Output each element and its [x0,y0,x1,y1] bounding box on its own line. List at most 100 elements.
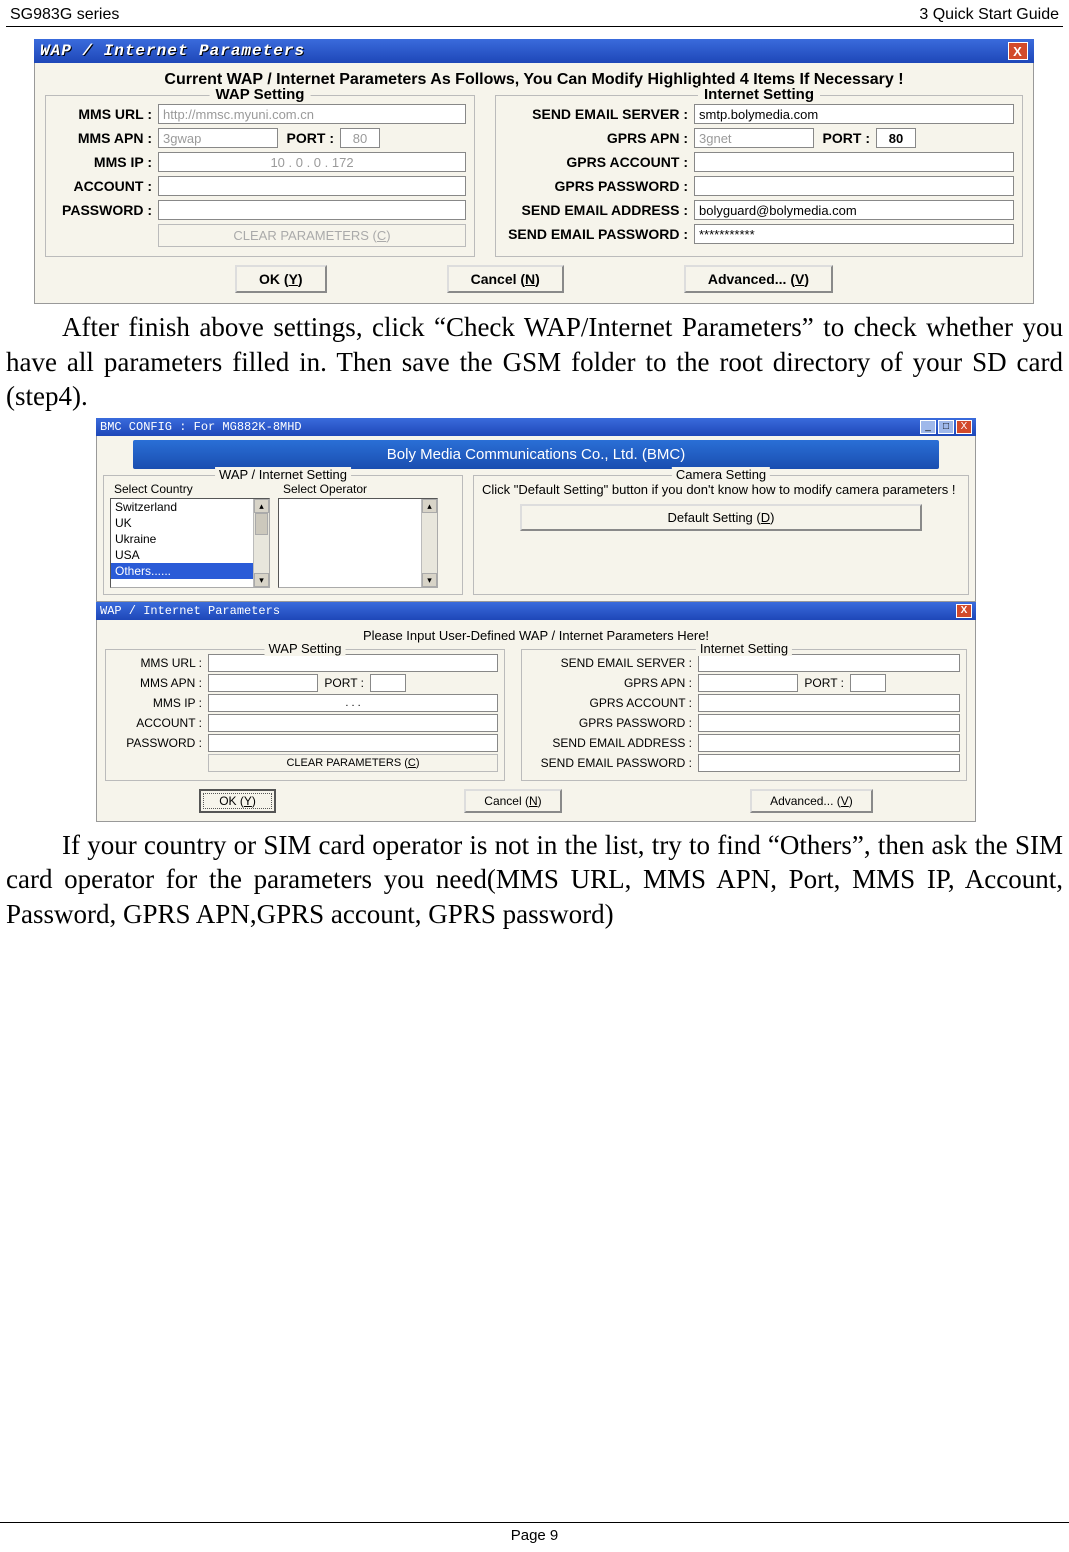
send-addr-input[interactable]: bolyguard@bolymedia.com [694,200,1014,220]
wap-account-input[interactable] [158,176,466,196]
close-icon[interactable]: X [956,604,972,618]
wap-setting-group: WAP Setting MMS URL :http://mmsc.myuni.c… [45,95,475,257]
gprs-password-label: GPRS PASSWORD : [504,178,694,194]
maximize-icon[interactable]: □ [938,420,954,434]
gprs-account-input[interactable] [698,694,960,712]
page-footer: Page 9 [0,1522,1069,1544]
bmc-banner: Boly Media Communications Co., Ltd. (BMC… [133,440,939,469]
inet-port-input[interactable]: 80 [876,128,916,148]
send-pwd-label: SEND EMAIL PASSWORD : [528,756,698,770]
scroll-thumb[interactable] [255,513,268,535]
send-addr-label: SEND EMAIL ADDRESS : [528,736,698,750]
list-item[interactable]: Ukraine [111,531,269,547]
chevron-up-icon[interactable]: ▴ [254,499,269,513]
internet-setting-group: Internet Setting SEND EMAIL SERVER :smtp… [495,95,1023,257]
list-item[interactable]: Switzerland [111,499,269,515]
wap-password-label: PASSWORD : [112,736,208,750]
ok-button[interactable]: OK (Y) [235,265,327,293]
gprs-password-input[interactable] [694,176,1014,196]
mms-apn-input[interactable]: 3gwap [158,128,278,148]
country-listbox[interactable]: Switzerland UK Ukraine USA Others...... … [110,498,270,588]
mms-ip-input[interactable]: 10 . 0 . 0 . 172 [158,152,466,172]
advanced-button[interactable]: Advanced... (V) [684,265,833,293]
wap-port-label: PORT : [318,676,370,690]
wap-password-input[interactable] [158,200,466,220]
gprs-account-input[interactable] [694,152,1014,172]
dialog1-heading: Current WAP / Internet Parameters As Fol… [45,67,1023,95]
dialog2b-titlebar: WAP / Internet Parameters X [96,602,976,620]
gprs-apn-label: GPRS APN : [504,130,694,146]
minimize-icon[interactable]: _ [920,420,936,434]
camera-setting-group: Camera Setting Click "Default Setting" b… [473,475,969,595]
scrollbar[interactable]: ▴▾ [253,499,269,587]
wap-internet-params-dialog-2: WAP / Internet Parameters X Please Input… [96,602,976,822]
send-server-input[interactable] [698,654,960,672]
chevron-down-icon[interactable]: ▾ [254,573,269,587]
paragraph-1: After finish above settings, click “Chec… [0,310,1069,414]
scrollbar[interactable]: ▴▾ [421,499,437,587]
clear-parameters-button[interactable]: CLEAR PARAMETERS (C) [158,224,466,247]
mms-url-input[interactable]: http://mmsc.myuni.com.cn [158,104,466,124]
wap-password-label: PASSWORD : [54,202,158,218]
clear-parameters-button[interactable]: CLEAR PARAMETERS (C) [208,754,498,772]
dialog1-titlebar: WAP / Internet Parameters X [34,39,1034,63]
send-addr-label: SEND EMAIL ADDRESS : [504,202,694,218]
advanced-button[interactable]: Advanced... (V) [750,789,873,813]
mms-url-label: MMS URL : [54,106,158,122]
chevron-down-icon[interactable]: ▾ [422,573,437,587]
list-item-selected[interactable]: Others...... [111,563,269,579]
send-server-label: SEND EMAIL SERVER : [528,656,698,670]
operator-listbox[interactable]: ▴▾ [278,498,438,588]
bmc-config-dialog: BMC CONFIG : For MG882K-8MHD _ □ X Boly … [96,418,976,822]
cancel-button[interactable]: Cancel (N) [464,789,561,813]
header-left: SG983G series [10,6,119,24]
gprs-account-label: GPRS ACCOUNT : [528,696,698,710]
close-icon[interactable]: X [1008,42,1028,60]
inet-port-input[interactable] [850,674,886,692]
gprs-apn-label: GPRS APN : [528,676,698,690]
mms-url-input[interactable] [208,654,498,672]
wap-account-input[interactable] [208,714,498,732]
send-pwd-label: SEND EMAIL PASSWORD : [504,226,694,242]
header-rule [6,26,1063,27]
send-pwd-input[interactable]: *********** [694,224,1014,244]
gprs-password-label: GPRS PASSWORD : [528,716,698,730]
list-item[interactable]: USA [111,547,269,563]
paragraph-2: If your country or SIM card operator is … [0,828,1069,932]
send-addr-input[interactable] [698,734,960,752]
dialog2b-title: WAP / Internet Parameters [100,604,280,618]
gprs-account-label: GPRS ACCOUNT : [504,154,694,170]
internet-group-title: Internet Setting [698,86,820,103]
wap-password-input[interactable] [208,734,498,752]
close-icon[interactable]: X [956,420,972,434]
gprs-apn-input[interactable] [698,674,798,692]
wap-internet-setting-group: WAP / Internet Setting Select Country Se… [103,475,463,595]
ok-button[interactable]: OK (Y) [199,789,276,813]
select-operator-label: Select Operator [283,482,452,496]
send-pwd-input[interactable] [698,754,960,772]
mms-ip-label: MMS IP : [54,154,158,170]
gprs-apn-input[interactable]: 3gnet [694,128,814,148]
send-server-input[interactable]: smtp.bolymedia.com [694,104,1014,124]
mms-ip-label: MMS IP : [112,696,208,710]
list-item[interactable]: UK [111,515,269,531]
select-country-label: Select Country [114,482,283,496]
mms-ip-input[interactable]: . . . [208,694,498,712]
dialog2-title: BMC CONFIG : For MG882K-8MHD [100,420,302,434]
chevron-up-icon[interactable]: ▴ [422,499,437,513]
wap-account-label: ACCOUNT : [112,716,208,730]
default-setting-button[interactable]: Default Setting (D) [520,504,922,531]
gprs-password-input[interactable] [698,714,960,732]
wap-port-input[interactable] [370,674,406,692]
camera-group-title: Camera Setting [672,467,770,482]
send-server-label: SEND EMAIL SERVER : [504,106,694,122]
wapinet-group-title: WAP / Internet Setting [215,467,351,482]
wap-port-input[interactable]: 80 [340,128,380,148]
header-right: 3 Quick Start Guide [919,6,1059,24]
wap-group-title-2: WAP Setting [265,641,346,656]
dialog2-titlebar: BMC CONFIG : For MG882K-8MHD _ □ X [96,418,976,436]
mms-apn-label: MMS APN : [54,130,158,146]
internet-setting-group-2: Internet Setting SEND EMAIL SERVER : GPR… [521,649,967,781]
cancel-button[interactable]: Cancel (N) [447,265,564,293]
mms-apn-input[interactable] [208,674,318,692]
